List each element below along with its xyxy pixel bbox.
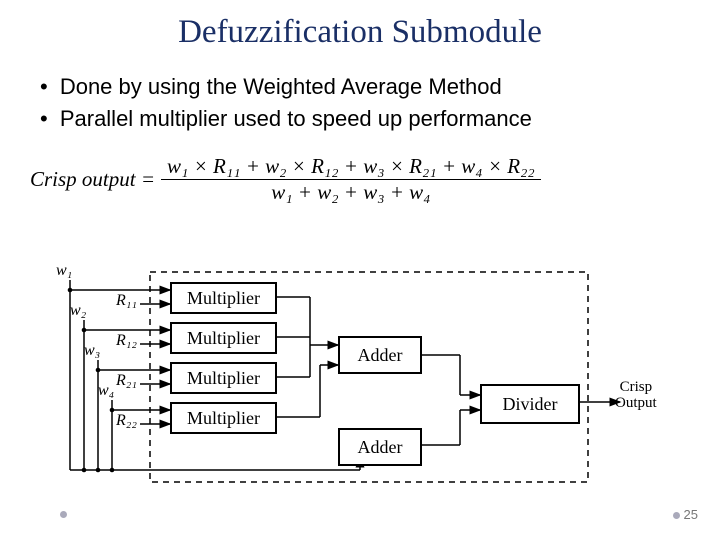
input-label-w3: w₃ xyxy=(84,342,100,360)
formula: Crisp output = w₁ × R₁₁ + w₂ × R₁₂ + w₃ … xyxy=(30,154,690,205)
input-label-r11: R₁₁ xyxy=(116,292,137,310)
input-label-w4: w₄ xyxy=(98,382,114,400)
block-divider: Divider xyxy=(480,384,580,424)
block-adder: Adder xyxy=(338,428,422,466)
page-number: 25 xyxy=(673,507,698,522)
block-multiplier: Multiplier xyxy=(170,322,277,354)
input-label-w2: w₂ xyxy=(70,302,86,320)
input-label-r21: R₂₁ xyxy=(116,372,137,390)
footer-dot-icon xyxy=(60,511,67,518)
block-multiplier: Multiplier xyxy=(170,282,277,314)
input-label-w1: w₁ xyxy=(56,262,72,280)
formula-denominator: w₁ + w₂ + w₃ + w₄ xyxy=(265,180,436,205)
block-multiplier: Multiplier xyxy=(170,362,277,394)
formula-numerator: w₁ × R₁₁ + w₂ × R₁₂ + w₃ × R₂₁ + w₄ × R₂… xyxy=(161,154,541,180)
block-diagram: w₁ R₁₁ w₂ R₁₂ w₃ R₂₁ w₄ R₂₂ Multiplier M… xyxy=(60,270,660,490)
block-multiplier: Multiplier xyxy=(170,402,277,434)
input-label-r22: R₂₂ xyxy=(116,412,137,430)
input-label-r12: R₁₂ xyxy=(116,332,137,350)
slide-title: Defuzzification Submodule xyxy=(0,0,720,51)
bullet-item: Parallel multiplier used to speed up per… xyxy=(40,105,680,133)
output-label: CrispOutput xyxy=(615,380,657,412)
formula-lhs: Crisp output = xyxy=(30,167,155,192)
block-adder: Adder xyxy=(338,336,422,374)
bullet-list: Done by using the Weighted Average Metho… xyxy=(40,73,680,132)
bullet-item: Done by using the Weighted Average Metho… xyxy=(40,73,680,101)
